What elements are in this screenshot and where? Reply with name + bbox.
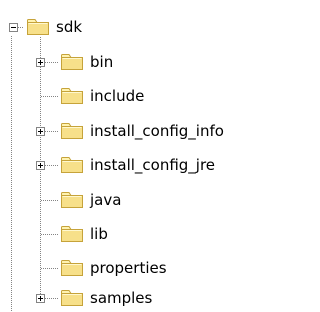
tree-node-label: install_config_info <box>90 122 224 140</box>
expand-toggle-icon[interactable] <box>36 127 45 136</box>
folder-icon <box>61 226 83 242</box>
tree-node-label: bin <box>90 53 114 71</box>
expand-toggle-icon[interactable] <box>36 161 45 170</box>
tree-node-label: include <box>90 87 145 105</box>
tree-node-label: install_config_jre <box>90 156 216 174</box>
tree-node-label: properties <box>90 259 167 277</box>
tree-node-label: lib <box>90 225 108 243</box>
folder-icon <box>61 290 83 306</box>
folder-tree: sdk bin include install_config_info inst… <box>0 0 294 312</box>
folder-icon <box>27 19 49 35</box>
tree-node-label: samples <box>90 289 153 307</box>
folder-icon <box>61 123 83 139</box>
folder-icon <box>61 157 83 173</box>
expand-toggle-icon[interactable] <box>36 58 45 67</box>
folder-icon <box>61 260 83 276</box>
expand-toggle-icon[interactable] <box>36 294 45 303</box>
tree-node-label: java <box>90 191 122 209</box>
folder-icon <box>61 192 83 208</box>
folder-icon <box>61 88 83 104</box>
collapse-toggle-icon[interactable] <box>9 23 18 32</box>
tree-node-label: sdk <box>56 18 83 36</box>
folder-icon <box>61 54 83 70</box>
